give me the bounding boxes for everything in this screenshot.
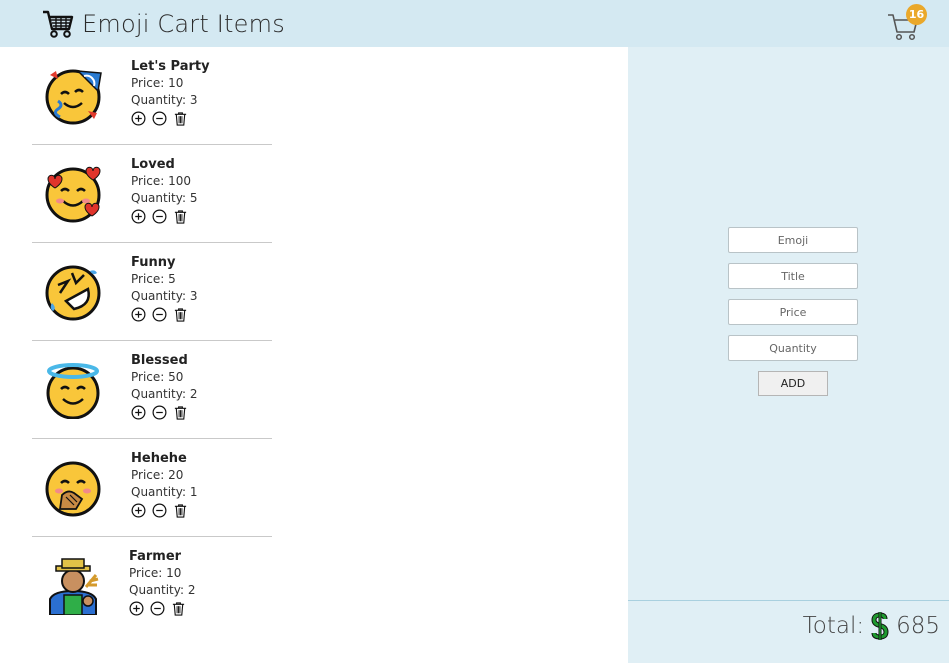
price-input[interactable] [728, 299, 858, 325]
item-controls [131, 405, 197, 420]
item-title: Funny [131, 255, 176, 270]
cart-button[interactable]: 16 [884, 4, 930, 42]
item-quantity: Quantity: 2 [131, 387, 198, 401]
item-title: Farmer [129, 549, 182, 564]
quantity-input[interactable] [728, 335, 858, 361]
item-info: Hehehe Price: 20 Quantity: 1 [131, 450, 197, 518]
cart-item-list: Let's Party Price: 10 Quantity: 3 Loved … [32, 47, 272, 635]
trash-icon[interactable] [173, 209, 188, 224]
item-price: Price: 10 [131, 76, 184, 90]
item-info: Funny Price: 5 Quantity: 3 [131, 254, 197, 322]
cart-count-badge: 16 [906, 4, 927, 25]
total-bar: Total: 685 [628, 600, 949, 663]
trash-icon[interactable] [173, 405, 188, 420]
cart-item: Loved Price: 100 Quantity: 5 [32, 145, 272, 243]
cart-item: Farmer Price: 10 Quantity: 2 [32, 537, 272, 635]
item-quantity: Quantity: 5 [131, 191, 198, 205]
brand: Emoji Cart Items [42, 9, 285, 39]
app-title: Emoji Cart Items [82, 10, 285, 38]
item-controls [131, 503, 197, 518]
rolling-on-floor-laughing-icon [44, 263, 102, 321]
cart-item: Funny Price: 5 Quantity: 3 [32, 243, 272, 341]
add-item-panel: ADD Total: 685 [628, 47, 949, 663]
total-value: 685 [896, 613, 940, 639]
item-quantity: Quantity: 2 [129, 583, 196, 597]
minus-circle-icon[interactable] [152, 209, 167, 224]
add-button[interactable]: ADD [758, 371, 828, 396]
item-title: Let's Party [131, 59, 210, 74]
party-face-icon [44, 67, 102, 125]
title-input[interactable] [728, 263, 858, 289]
plus-circle-icon[interactable] [129, 601, 144, 616]
dollar-sign-icon [871, 612, 889, 640]
plus-circle-icon[interactable] [131, 209, 146, 224]
item-title: Blessed [131, 353, 188, 368]
item-title: Hehehe [131, 451, 187, 466]
plus-circle-icon[interactable] [131, 405, 146, 420]
plus-circle-icon[interactable] [131, 111, 146, 126]
cart-item: Blessed Price: 50 Quantity: 2 [32, 341, 272, 439]
item-quantity: Quantity: 1 [131, 485, 198, 499]
item-controls [131, 111, 210, 126]
smiling-face-with-hearts-icon [44, 165, 102, 223]
item-quantity: Quantity: 3 [131, 289, 198, 303]
item-price: Price: 10 [129, 566, 182, 580]
minus-circle-icon[interactable] [150, 601, 165, 616]
farmer-icon [44, 557, 102, 615]
cart-item: Let's Party Price: 10 Quantity: 3 [32, 47, 272, 145]
minus-circle-icon[interactable] [152, 405, 167, 420]
item-price: Price: 50 [131, 370, 184, 384]
trash-icon[interactable] [173, 111, 188, 126]
item-controls [131, 307, 197, 322]
trash-icon[interactable] [173, 503, 188, 518]
item-quantity: Quantity: 3 [131, 93, 198, 107]
item-info: Farmer Price: 10 Quantity: 2 [129, 548, 195, 616]
item-controls [129, 601, 195, 616]
item-info: Loved Price: 100 Quantity: 5 [131, 156, 197, 224]
item-controls [131, 209, 197, 224]
cart-total: Total: 685 [803, 611, 940, 641]
shopping-cart-icon [43, 10, 74, 38]
plus-circle-icon[interactable] [131, 503, 146, 518]
total-label: Total: [802, 613, 865, 639]
plus-circle-icon[interactable] [131, 307, 146, 322]
minus-circle-icon[interactable] [152, 503, 167, 518]
hand-over-mouth-icon [44, 459, 102, 517]
item-info: Blessed Price: 50 Quantity: 2 [131, 352, 197, 420]
app-header: Emoji Cart Items 16 [0, 0, 949, 47]
minus-circle-icon[interactable] [152, 307, 167, 322]
emoji-input[interactable] [728, 227, 858, 253]
item-info: Let's Party Price: 10 Quantity: 3 [131, 58, 210, 126]
trash-icon[interactable] [171, 601, 186, 616]
item-price: Price: 20 [131, 468, 184, 482]
cart-item: Hehehe Price: 20 Quantity: 1 [32, 439, 272, 537]
item-price: Price: 100 [131, 174, 192, 188]
item-title: Loved [131, 157, 175, 172]
add-item-form: ADD [728, 227, 858, 396]
item-price: Price: 5 [131, 272, 176, 286]
trash-icon[interactable] [173, 307, 188, 322]
halo-face-icon [44, 361, 102, 419]
minus-circle-icon[interactable] [152, 111, 167, 126]
